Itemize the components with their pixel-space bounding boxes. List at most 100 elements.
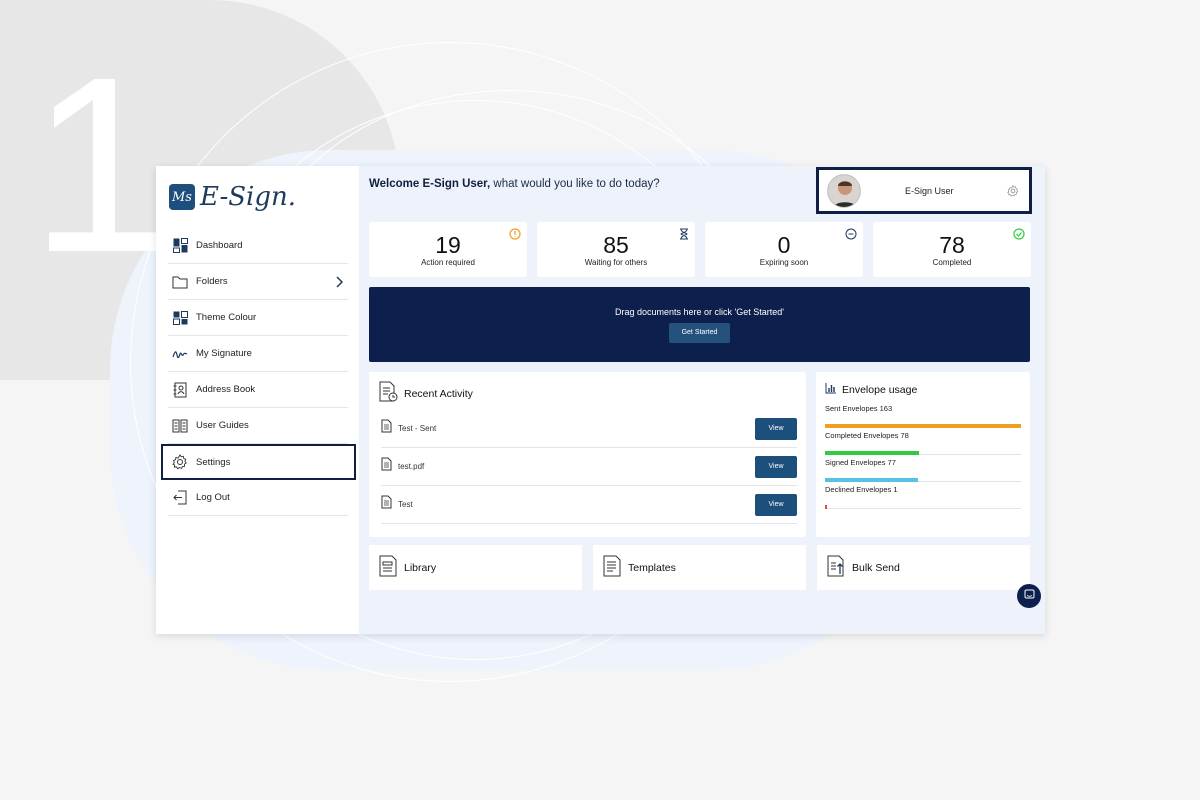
- tile-label: Templates: [628, 561, 676, 574]
- activity-name: Test: [398, 500, 413, 509]
- bar-chart-icon: [825, 382, 837, 397]
- panel-header: Envelope usage: [825, 382, 1030, 397]
- usage-list: Sent Envelopes 163 Completed Envelopes 7…: [816, 401, 1030, 509]
- templates-tile[interactable]: Templates: [593, 545, 806, 590]
- main-content: Welcome E-Sign User, what would you like…: [359, 166, 1045, 634]
- sidebar-item-theme-colour[interactable]: Theme Colour: [168, 300, 348, 336]
- view-button[interactable]: View: [755, 494, 797, 516]
- sidebar-item-settings[interactable]: Settings: [161, 444, 356, 480]
- get-started-button[interactable]: Get Started: [668, 323, 731, 343]
- gear-icon: [172, 454, 188, 470]
- sidebar-item-user-guides[interactable]: User Guides: [168, 408, 348, 444]
- view-button[interactable]: View: [755, 418, 797, 440]
- library-tile[interactable]: Library: [369, 545, 582, 590]
- sidebar-item-folders[interactable]: Folders: [168, 264, 348, 300]
- welcome-rest: what would you like to do today?: [490, 178, 660, 190]
- recent-activity-icon: [378, 381, 398, 406]
- sidebar-item-label: Log Out: [196, 492, 230, 503]
- usage-label: Sent Envelopes 163: [825, 404, 893, 413]
- logout-icon: [172, 490, 188, 506]
- sidebar-item-label: Settings: [196, 456, 231, 468]
- activity-name: test.pdf: [398, 462, 425, 471]
- stat-card-action-required[interactable]: 19 Action required: [369, 222, 527, 277]
- stat-label: Expiring soon: [759, 258, 809, 267]
- templates-icon: [602, 554, 622, 581]
- welcome-bold: Welcome E-Sign User,: [369, 178, 491, 190]
- logo-text: E-Sign.: [200, 182, 297, 212]
- dashboard-icon: [172, 238, 188, 254]
- stat-value: 85: [603, 232, 629, 258]
- user-profile-card[interactable]: E-Sign User: [816, 167, 1032, 214]
- sidebar-nav: Dashboard Folders Theme Colour My Signat…: [156, 228, 359, 516]
- stat-card-waiting[interactable]: 85 Waiting for others: [537, 222, 695, 277]
- recent-activity-panel: Recent Activity Test - Sent View test.pd…: [369, 372, 806, 537]
- list-item: test.pdf View: [381, 448, 797, 486]
- stat-card-completed[interactable]: 78 Completed: [873, 222, 1031, 277]
- document-icon: [381, 419, 392, 438]
- user-name: E-Sign User: [905, 185, 954, 196]
- bulk-send-icon: [826, 554, 846, 581]
- tile-label: Bulk Send: [852, 561, 900, 574]
- usage-row: Sent Envelopes 163: [825, 401, 1021, 428]
- sidebar-item-label: Theme Colour: [196, 312, 257, 323]
- step-number: 1: [30, 25, 170, 304]
- sidebar-item-log-out[interactable]: Log Out: [168, 480, 348, 516]
- stat-label: Completed: [932, 258, 972, 267]
- list-item: Test View: [381, 486, 797, 524]
- usage-label: Declined Envelopes 1: [825, 485, 898, 494]
- sidebar-item-label: Address Book: [196, 384, 256, 395]
- sidebar-item-label: Dashboard: [196, 240, 243, 251]
- sidebar-item-label: My Signature: [196, 348, 252, 359]
- stat-value: 0: [777, 232, 791, 258]
- tile-label: Library: [404, 561, 437, 574]
- sidebar-item-dashboard[interactable]: Dashboard: [168, 228, 348, 264]
- clock-icon: [845, 227, 857, 245]
- usage-label: Signed Envelopes 77: [825, 458, 896, 467]
- signature-icon: [172, 346, 188, 362]
- stat-label: Waiting for others: [584, 258, 648, 267]
- envelope-usage-panel: Envelope usage Sent Envelopes 163 Comple…: [816, 372, 1030, 537]
- usage-row: Signed Envelopes 77: [825, 455, 1021, 482]
- stat-card-expiring[interactable]: 0 Expiring soon: [705, 222, 863, 277]
- usage-label: Completed Envelopes 78: [825, 431, 909, 440]
- envelope-usage-title: Envelope usage: [842, 383, 918, 396]
- sidebar-item-my-signature[interactable]: My Signature: [168, 336, 348, 372]
- recent-activity-title: Recent Activity: [404, 387, 473, 400]
- sidebar-item-label: User Guides: [196, 420, 249, 431]
- alert-icon: [509, 227, 521, 245]
- usage-row: Completed Envelopes 78: [825, 428, 1021, 455]
- chevron-right-icon[interactable]: [335, 275, 344, 293]
- library-icon: [378, 554, 398, 581]
- hourglass-icon: [679, 227, 689, 245]
- stats-row: 19 Action required 85 Waiting for others…: [369, 222, 1031, 277]
- welcome-message: Welcome E-Sign User, what would you like…: [369, 178, 660, 190]
- sidebar: Ms E-Sign. Dashboard Folders Theme Colou…: [156, 166, 359, 634]
- bulk-send-tile[interactable]: Bulk Send: [817, 545, 1030, 590]
- dropzone-text: Drag documents here or click 'Get Starte…: [614, 307, 784, 317]
- chat-button[interactable]: [1017, 584, 1041, 608]
- gear-icon[interactable]: [1007, 184, 1019, 202]
- address-book-icon: [172, 382, 188, 398]
- brand-logo[interactable]: Ms E-Sign.: [169, 178, 359, 216]
- stat-value: 19: [435, 232, 461, 258]
- usage-row: Declined Envelopes 1: [825, 482, 1021, 509]
- upload-dropzone[interactable]: Drag documents here or click 'Get Starte…: [369, 287, 1030, 362]
- view-button[interactable]: View: [755, 456, 797, 478]
- sidebar-item-address-book[interactable]: Address Book: [168, 372, 348, 408]
- quick-links: Library Templates Bulk Send: [369, 545, 1030, 590]
- app-window: Ms E-Sign. Dashboard Folders Theme Colou…: [156, 166, 1045, 634]
- theme-icon: [172, 310, 188, 326]
- avatar[interactable]: [827, 173, 861, 208]
- activity-name: Test - Sent: [398, 424, 437, 433]
- stat-value: 78: [939, 232, 965, 258]
- document-icon: [381, 495, 392, 514]
- folder-icon: [172, 274, 188, 290]
- chat-icon: [1024, 587, 1035, 605]
- usage-bar: [825, 505, 827, 509]
- logo-mark: Ms: [169, 184, 195, 210]
- sidebar-item-label: Folders: [196, 276, 228, 287]
- check-circle-icon: [1013, 227, 1025, 245]
- panel-header: Recent Activity: [378, 381, 806, 406]
- list-item: Test - Sent View: [381, 410, 797, 448]
- stat-label: Action required: [421, 258, 475, 267]
